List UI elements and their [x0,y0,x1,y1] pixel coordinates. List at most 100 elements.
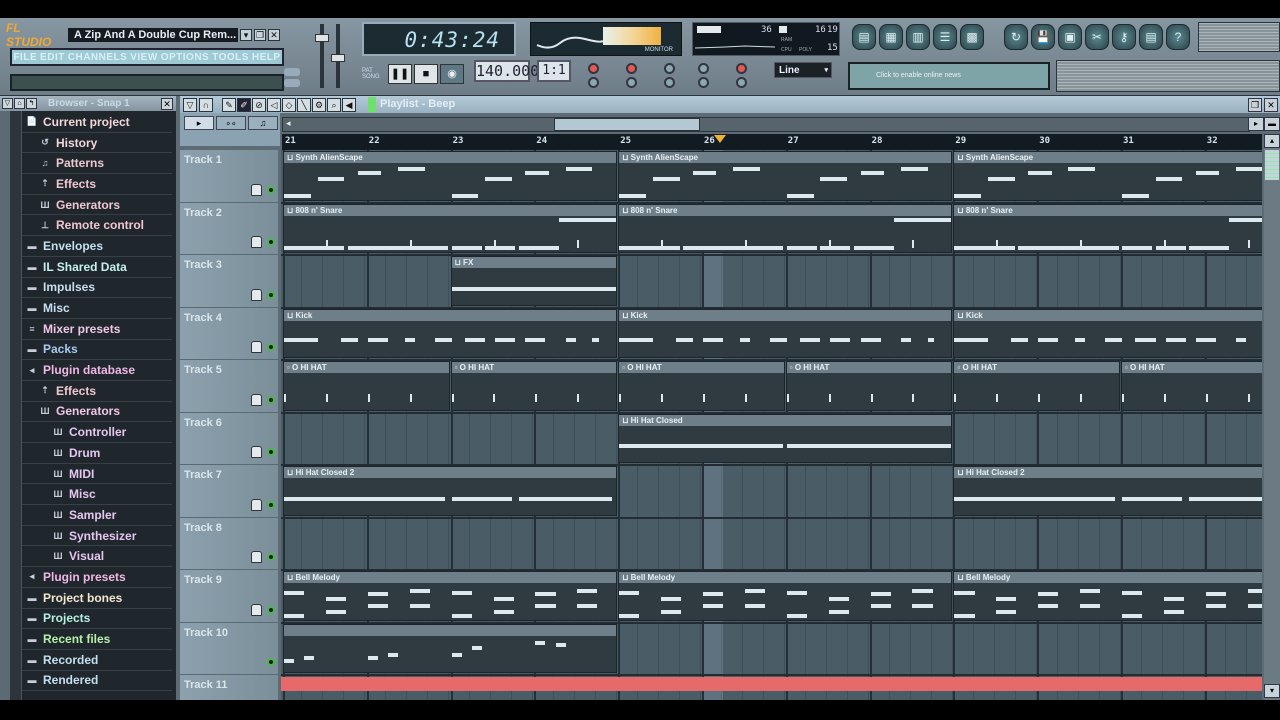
select-tool-icon[interactable]: ⚙ [312,98,326,112]
track-header[interactable]: Track 9 [180,570,278,623]
browser-up-button[interactable]: ⌂ [14,98,25,109]
pattern-clip[interactable]: ▫ O HI HAT [785,361,953,411]
save-button[interactable]: 💾 [1031,24,1055,50]
pattern-clip[interactable]: ▫ O HI HAT [283,361,450,411]
magnet-icon[interactable]: ∩ [199,98,213,112]
browser-item[interactable]: ▬ Packs [22,340,172,361]
recording-toggle[interactable] [698,63,709,74]
browser-item[interactable]: ♫ Patterns [22,153,172,175]
help-button[interactable]: ? [1166,24,1190,50]
browser-item[interactable]: ↺ History [22,133,172,154]
browser-item[interactable]: ▬ Misc [22,298,172,319]
pattern-clip[interactable] [283,623,618,673]
mute-tool-icon[interactable]: ◁ [267,98,281,112]
vertical-scroll-thumb[interactable] [1265,150,1279,180]
browser-item[interactable]: ≡ Mixer presets [22,319,172,340]
browser-item[interactable]: ▬ IL Shared Data [22,257,172,278]
tab-patterns[interactable]: ♫ [248,116,278,130]
export-button[interactable]: ▣ [1058,24,1082,50]
track-mute-button[interactable] [267,500,275,509]
browser-item[interactable]: ▬ Rendered [22,671,172,692]
lock-icon[interactable] [251,603,262,616]
track-header[interactable]: Track 8 [180,517,278,570]
track-mute-button[interactable] [267,290,275,299]
multilink-toggle[interactable] [698,77,709,88]
browser-item[interactable]: ⇡ Effects [22,174,172,195]
lock-icon[interactable] [251,341,262,353]
scroll-right-button[interactable]: ▸ [1248,117,1264,131]
browser-item[interactable]: Ш Visual [22,546,172,568]
lock-icon[interactable] [251,393,262,406]
menu-view[interactable]: VIEW [130,52,158,63]
tab-automation[interactable]: ∘∘ [216,116,246,130]
mixer-button[interactable]: ▩ [960,24,984,50]
browser-menu-button[interactable]: ▽ [2,98,13,109]
playlist-restore-button[interactable]: ❐ [1248,98,1262,112]
pattern-clip[interactable]: ▫ O HI HAT [450,361,618,411]
browser-button[interactable]: ☰ [933,24,957,50]
track-mute-button[interactable] [267,395,275,404]
browser-back-button[interactable]: ↰ [26,98,37,109]
browser-item[interactable]: 📄 Current project [22,112,172,133]
browser-item[interactable]: ▬ Projects [22,609,172,630]
tempo-display[interactable]: 140.000 [474,60,539,82]
pause-button[interactable]: ❚❚ [388,64,412,84]
scroll-up-button[interactable]: ▴ [1264,134,1280,148]
song-mode-label[interactable]: SONG [362,74,388,80]
track-header[interactable]: Track 11 [180,675,278,700]
track-header[interactable]: Track 1 [180,150,278,203]
browser-item[interactable]: ▬ Envelopes [22,236,172,257]
pattern-selector[interactable]: 1:1 [537,60,571,82]
playlist-menu-button[interactable]: ▽ [183,98,197,112]
typing-keyboard-toggle[interactable] [588,63,599,74]
browser-item[interactable]: Ш MIDI [22,464,172,485]
pattern-clip[interactable]: ⊔ Hi Hat Closed [618,413,953,463]
lock-icon[interactable] [251,551,262,563]
record-button[interactable]: ◉ [440,64,464,84]
automation-clip[interactable] [281,677,1262,691]
remote-toggle[interactable] [736,77,747,88]
timeline-ruler[interactable]: 21 22 23 24 25 26 27 28 29 30 31 32 [282,134,1262,150]
window-restore-button[interactable]: ❐ [254,28,266,41]
browser-scrollbar[interactable] [0,111,10,700]
pattern-clip[interactable]: ⊔ Synth AlienScape [953,151,1262,201]
menu-file[interactable]: FILE [13,52,37,63]
master-volume-fader[interactable] [315,24,329,88]
settings-button[interactable]: ⚷ [1112,24,1136,50]
menu-edit[interactable]: EDIT [40,52,65,63]
browser-item[interactable]: Ш Drum [22,443,172,464]
paint-tool-icon[interactable]: ✐ [237,98,251,112]
pattern-clip[interactable]: ⊔ 808 n' Snare [618,203,953,253]
browser-close-button[interactable]: ✕ [161,97,173,110]
playhead-marker[interactable] [713,135,726,143]
pattern-clip[interactable]: ⊔ Bell Melody [283,571,618,621]
lock-icon[interactable] [251,446,262,458]
pattern-clip[interactable]: ⊔ 808 n' Snare [283,203,618,253]
pattern-clip[interactable]: ▫ O HI HAT [618,361,785,411]
track-mute-button[interactable] [267,185,275,194]
pattern-clip[interactable]: ⊔ Synth AlienScape [283,151,618,201]
track-mute-button[interactable] [267,343,275,351]
pattern-clip[interactable]: ⊔ Bell Melody [953,571,1262,621]
playlist-grid[interactable]: ⊔ Synth AlienScape ⊔ Synth AlienScape ⊔ Sy… [281,150,1262,700]
snap-select[interactable]: Line ▾ [774,62,832,78]
master-pitch-fader[interactable] [331,24,345,88]
blend-notes-toggle[interactable] [664,77,675,88]
online-button[interactable] [284,68,300,76]
track-mute-button[interactable] [267,553,275,561]
track-header[interactable]: Track 7 [180,465,278,518]
wait-input-toggle[interactable] [626,77,637,88]
track-header[interactable]: Track 5 [180,360,278,413]
time-display[interactable]: 0:43:24 [362,22,516,56]
track-header[interactable]: Track 6 [180,412,278,465]
menu-options[interactable]: OPTIONS [161,52,210,63]
window-menu-button[interactable]: ▾ [240,28,252,41]
track-header[interactable]: Track 10 [180,622,278,675]
track-header[interactable]: Track 3 [180,255,278,308]
track-header[interactable]: Track 2 [180,202,278,255]
online-news-panel[interactable]: Click to enable online news [848,62,1050,90]
browser-item[interactable]: ◂ Plugin database [22,360,172,381]
browser-item[interactable]: Ш Synthesizer [22,526,172,547]
pattern-clip[interactable]: ⊔ Hi Hat Closed 2 [283,466,618,516]
step-sequencer-button[interactable]: ▦ [879,24,903,50]
